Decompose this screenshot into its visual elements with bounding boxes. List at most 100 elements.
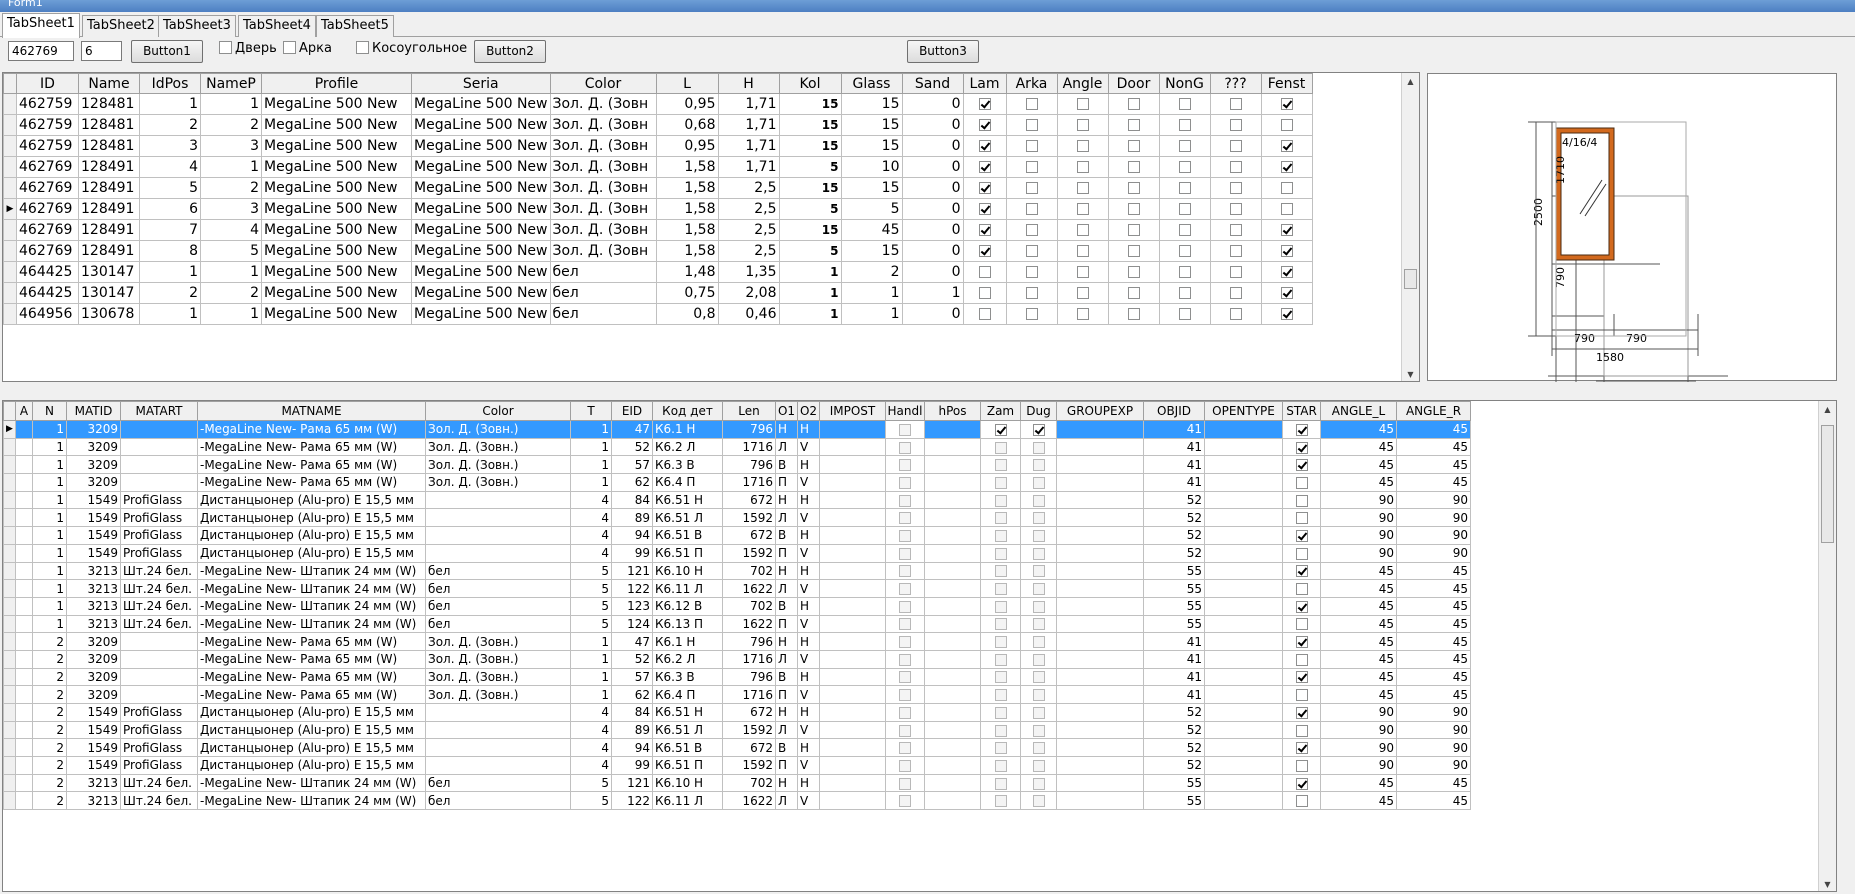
col-header-glass[interactable]: Glass	[840, 73, 903, 94]
col-header-profile[interactable]: Profile	[261, 73, 412, 94]
cell-check-13[interactable]	[885, 473, 925, 492]
checkbox-icon[interactable]	[1280, 287, 1293, 299]
cell-check-15[interactable]	[980, 596, 1021, 616]
checkbox-icon[interactable]	[1280, 203, 1293, 215]
checkbox-icon[interactable]	[1295, 459, 1308, 472]
checkbox-icon[interactable]	[994, 494, 1007, 507]
col-header-18[interactable]: OBJID	[1143, 401, 1205, 421]
cell-arka[interactable]	[1005, 261, 1058, 283]
table-row[interactable]: 1 1549 ProfiGlass Дистанцыонер (Alu-pro) E …	[3, 490, 1471, 510]
cell-check-16[interactable]	[1020, 614, 1057, 634]
checkbox-icon[interactable]	[1295, 476, 1308, 489]
cell-check-16[interactable]	[1020, 508, 1057, 528]
cell-check-20[interactable]	[1282, 437, 1321, 457]
cell-check-13[interactable]	[885, 756, 925, 775]
cell-lam[interactable]	[962, 93, 1007, 115]
cell-door[interactable]	[1107, 177, 1160, 199]
checkbox-icon[interactable]	[1229, 161, 1242, 173]
cell-check-16[interactable]	[1020, 420, 1057, 439]
position-input[interactable]	[81, 41, 122, 61]
checkbox-icon[interactable]	[1032, 653, 1045, 666]
checkbox-icon[interactable]	[899, 441, 911, 454]
cell-check-13[interactable]	[885, 490, 925, 510]
col-header-13[interactable]: Handl	[885, 401, 925, 421]
checkbox-icon[interactable]	[978, 287, 991, 299]
checkbox-icon[interactable]	[1280, 308, 1293, 320]
cell-check-16[interactable]	[1020, 490, 1057, 510]
cell-check-20[interactable]	[1282, 756, 1321, 775]
checkbox-icon[interactable]	[1295, 618, 1308, 631]
checkbox-icon[interactable]	[1032, 671, 1045, 684]
table-row[interactable]: 462769 128491 4 1 MegaLine 500 New MegaLine 5…	[3, 156, 1313, 178]
checkbox-icon[interactable]	[1127, 224, 1140, 236]
cell-[interactable]	[1209, 114, 1262, 136]
cell-check-15[interactable]	[980, 738, 1021, 758]
cell-check-15[interactable]	[980, 561, 1021, 581]
col-header-17[interactable]: GROUPEXP	[1056, 401, 1144, 421]
cell-fenst[interactable]	[1260, 177, 1313, 199]
cell-fenst[interactable]	[1260, 114, 1313, 136]
button1[interactable]: Button1	[131, 40, 203, 63]
cell-lam[interactable]	[962, 261, 1007, 283]
cell-[interactable]	[1209, 198, 1262, 220]
col-header-name[interactable]: Name	[78, 73, 140, 94]
checkbox-icon[interactable]	[1229, 224, 1242, 236]
col-header-l[interactable]: L	[655, 73, 719, 94]
cell-check-13[interactable]	[885, 526, 925, 545]
checkbox-icon[interactable]	[899, 671, 911, 684]
kosougolnoe-checkbox-box[interactable]	[356, 41, 369, 54]
checkbox-icon[interactable]	[1127, 161, 1140, 173]
checkbox-icon[interactable]	[1280, 98, 1293, 110]
checkbox-icon[interactable]	[994, 618, 1007, 631]
checkbox-icon[interactable]	[1032, 476, 1045, 489]
cell-lam[interactable]	[962, 240, 1007, 262]
cell-lam[interactable]	[962, 198, 1007, 220]
checkbox-icon[interactable]	[1178, 182, 1191, 194]
positions-grid[interactable]: ID Name IdPos NameP Profile Seria Color L H Kol Gl…	[2, 72, 1420, 382]
checkbox-icon[interactable]	[978, 224, 991, 236]
cell-[interactable]	[1209, 93, 1262, 115]
cell-[interactable]	[1209, 135, 1262, 157]
checkbox-icon[interactable]	[994, 512, 1007, 525]
cell-door[interactable]	[1107, 198, 1160, 220]
table-row[interactable]: 1 3213 Шт.24 бел. -MegaLine New- Штапик 24 …	[3, 596, 1471, 616]
checkbox-icon[interactable]	[1032, 423, 1045, 436]
checkbox-icon[interactable]	[1025, 119, 1038, 131]
checkbox-icon[interactable]	[1229, 203, 1242, 215]
checkbox-icon[interactable]	[994, 724, 1007, 737]
cell-fenst[interactable]	[1260, 261, 1313, 283]
cell-arka[interactable]	[1005, 135, 1058, 157]
checkbox-icon[interactable]	[1295, 724, 1308, 737]
cell-check-20[interactable]	[1282, 738, 1321, 758]
door-checkbox-box[interactable]	[219, 41, 232, 54]
checkbox-icon[interactable]	[1127, 245, 1140, 257]
checkbox-icon[interactable]	[994, 689, 1007, 702]
checkbox-icon[interactable]	[994, 706, 1007, 719]
checkbox-icon[interactable]	[978, 308, 991, 320]
cell-check-16[interactable]	[1020, 685, 1057, 704]
checkbox-icon[interactable]	[1295, 547, 1308, 560]
checkbox-icon[interactable]	[1076, 140, 1089, 152]
cell-check-13[interactable]	[885, 420, 925, 439]
col-header-namep[interactable]: NameP	[200, 73, 262, 94]
cell-check-13[interactable]	[885, 720, 925, 740]
cell-angle[interactable]	[1056, 282, 1109, 304]
checkbox-icon[interactable]	[978, 140, 991, 152]
cell-fenst[interactable]	[1260, 93, 1313, 115]
table-row[interactable]: 2 1549 ProfiGlass Дистанцыонер (Alu-pro) E …	[3, 756, 1471, 775]
col-header-lam[interactable]: Lam	[962, 73, 1007, 94]
checkbox-icon[interactable]	[1229, 308, 1242, 320]
cell-check-20[interactable]	[1282, 649, 1321, 669]
table-row[interactable]: 462759 128481 3 3 MegaLine 500 New MegaLine 5…	[3, 135, 1313, 157]
cell-check-16[interactable]	[1020, 437, 1057, 457]
col-header-5[interactable]: Color	[425, 401, 571, 421]
col-header-7[interactable]: EID	[611, 401, 653, 421]
cell-arka[interactable]	[1005, 219, 1058, 241]
cell-check-15[interactable]	[980, 614, 1021, 634]
cell-check-13[interactable]	[885, 791, 925, 811]
cell-check-15[interactable]	[980, 632, 1021, 651]
checkbox-icon[interactable]	[1032, 441, 1045, 454]
cell-angle[interactable]	[1056, 156, 1109, 178]
cell-fenst[interactable]	[1260, 240, 1313, 262]
checkbox-icon[interactable]	[1076, 119, 1089, 131]
